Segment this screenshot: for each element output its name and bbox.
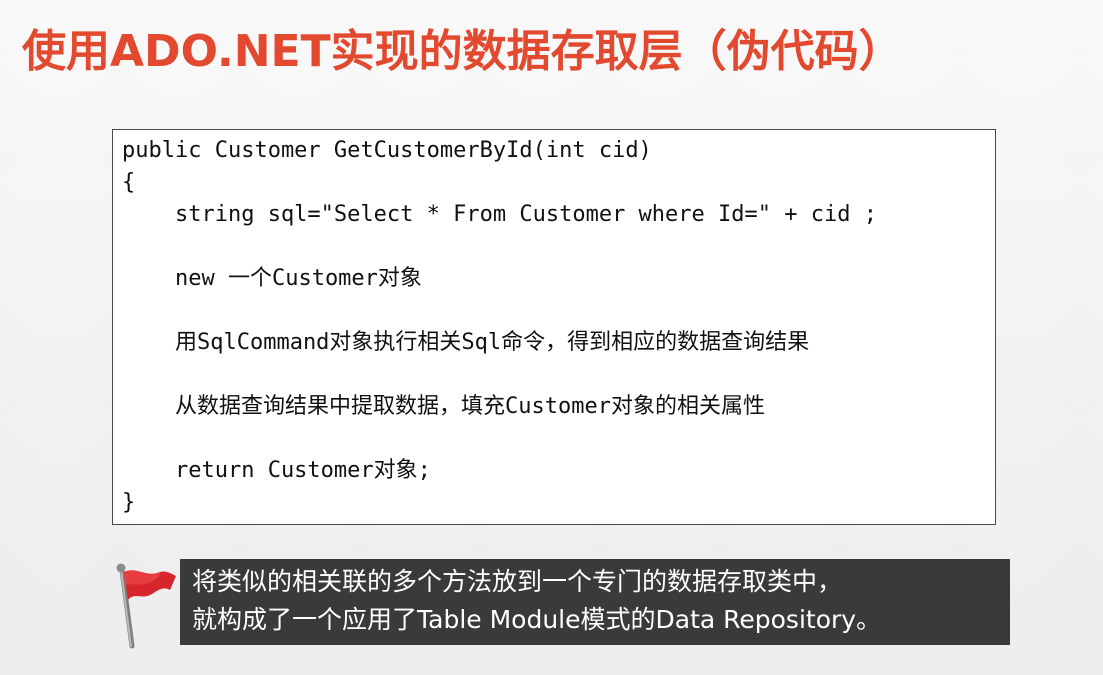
- note-callout: 将类似的相关联的多个方法放到一个专门的数据存取类中， 就构成了一个应用了Tabl…: [110, 556, 1015, 649]
- code-line-close-brace: }: [122, 490, 136, 515]
- red-flag-icon: [116, 563, 176, 649]
- note-box: 将类似的相关联的多个方法放到一个专门的数据存取类中， 就构成了一个应用了Tabl…: [180, 559, 1010, 645]
- code-block: public Customer GetCustomerById(int cid)…: [112, 129, 996, 525]
- slide-title: 使用ADO.NET实现的数据存取层（伪代码）: [22, 26, 903, 77]
- code-line-signature: public Customer GetCustomerById(int cid): [122, 138, 652, 163]
- code-line-execute: 用SqlCommand对象执行相关Sql命令，得到相应的数据查询结果: [122, 330, 810, 355]
- code-line-sql: string sql="Select * From Customer where…: [122, 202, 877, 227]
- code-line-fill: 从数据查询结果中提取数据，填充Customer对象的相关属性: [122, 394, 765, 419]
- code-line-return: return Customer对象;: [122, 458, 431, 483]
- note-line-2: 就构成了一个应用了Table Module模式的Data Repository。: [192, 605, 882, 634]
- code-line-new: new 一个Customer对象: [122, 266, 422, 291]
- note-line-1: 将类似的相关联的多个方法放到一个专门的数据存取类中，: [192, 567, 843, 596]
- code-line-open-brace: {: [122, 170, 136, 195]
